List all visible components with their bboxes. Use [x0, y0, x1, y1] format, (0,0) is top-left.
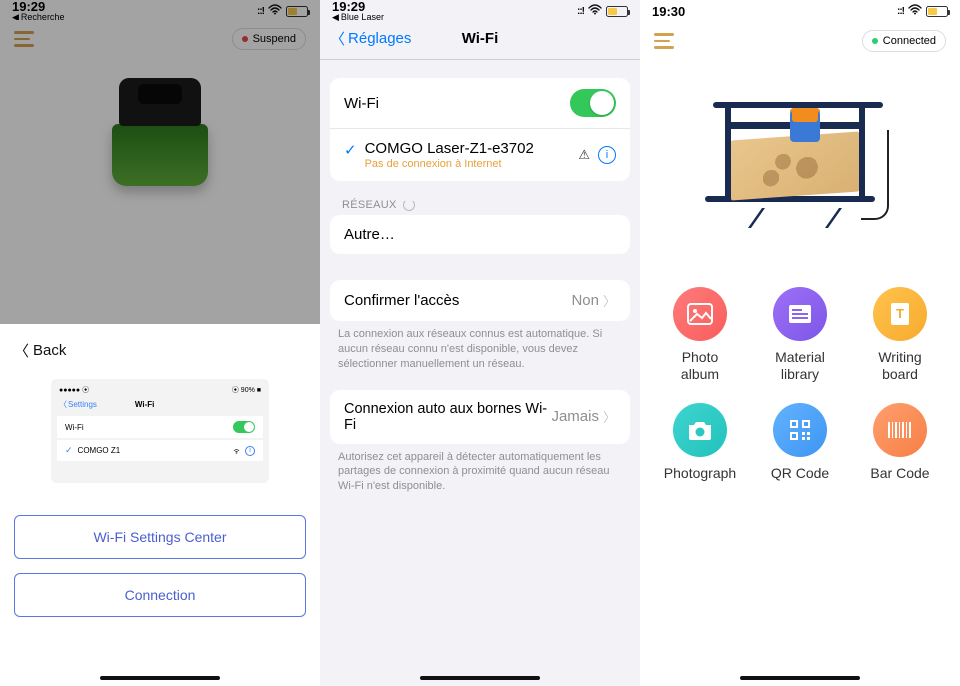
- wifi-settings-preview: ●●●●● ⦿⦿ 90% ■ 〈 Settings Wi-Fi Wi-Fi ✓ …: [51, 379, 269, 483]
- status-icons: ::!: [897, 4, 948, 18]
- qr-code-icon: [773, 403, 827, 457]
- chevron-right-icon: 〉: [603, 407, 616, 426]
- home-indicator[interactable]: [740, 676, 860, 680]
- networks-group: Autre…: [330, 215, 630, 254]
- checkmark-icon: ✓: [65, 445, 73, 456]
- preview-wifi-label: Wi-Fi: [65, 423, 84, 432]
- network-name: COMGO Laser-Z1-e3702: [365, 140, 534, 157]
- chevron-left-icon: 〈: [14, 340, 29, 361]
- status-pill[interactable]: Connected: [862, 30, 946, 52]
- screen-ios-wifi-settings: 19:29 ◀ Blue Laser ::! 〈 Réglages Wi-Fi …: [320, 0, 640, 686]
- info-icon[interactable]: i: [598, 146, 616, 164]
- svg-text:T: T: [896, 306, 904, 321]
- sheet-back-button[interactable]: 〈 Back: [14, 340, 306, 361]
- bottom-sheet: 〈 Back ●●●●● ⦿⦿ 90% ■ 〈 Settings Wi-Fi W…: [0, 324, 320, 686]
- cellular-icon: ::!: [577, 6, 584, 17]
- wifi-icon: [588, 4, 602, 18]
- status-dot-icon: [872, 38, 878, 44]
- status-bar: 19:30 ::!: [640, 0, 960, 20]
- preview-network-name: COMGO Z1: [78, 446, 121, 455]
- device-preview: [640, 62, 960, 247]
- wifi-settings-center-button[interactable]: Wi-Fi Settings Center: [14, 515, 306, 559]
- home-indicator[interactable]: [420, 676, 540, 680]
- auto-join-footer: Autorisez cet appareil à détecter automa…: [320, 444, 640, 495]
- wifi-toggle-group: Wi-Fi ✓ COMGO Laser-Z1-e3702 Pas de conn…: [330, 78, 630, 181]
- app-header: Connected: [640, 20, 960, 62]
- status-bar: 19:29 ◀ Blue Laser ::!: [320, 0, 640, 20]
- cellular-icon: ::!: [897, 6, 904, 17]
- menu-item-writing-board[interactable]: T Writingboard: [850, 287, 950, 383]
- status-time: 19:30: [652, 5, 685, 18]
- bar-code-icon: [873, 403, 927, 457]
- photograph-icon: [673, 403, 727, 457]
- battery-icon: [926, 6, 948, 17]
- battery-icon: [606, 6, 628, 17]
- wifi-toggle[interactable]: [570, 89, 616, 117]
- auto-join-row[interactable]: Connexion auto aux bornes Wi-Fi Jamais〉: [330, 390, 630, 444]
- menu-icon[interactable]: [654, 33, 674, 49]
- preview-title: Wi-Fi: [135, 400, 154, 409]
- preview-back-link: 〈 Settings: [59, 399, 97, 410]
- screen-app-home: 19:30 ::! Connected: [640, 0, 960, 686]
- status-icons: ::!: [577, 4, 628, 18]
- modal-backdrop[interactable]: [0, 0, 320, 324]
- connected-network-row[interactable]: ✓ COMGO Laser-Z1-e3702 Pas de connexion …: [330, 129, 630, 181]
- home-indicator[interactable]: [100, 676, 220, 680]
- connection-button[interactable]: Connection: [14, 573, 306, 617]
- photo-album-icon: [673, 287, 727, 341]
- main-menu-grid: Photoalbum Materiallibrary T Writingboar…: [640, 247, 960, 481]
- nav-back-button[interactable]: 〈 Réglages: [330, 28, 411, 49]
- preview-wifi-toggle-icon: [233, 421, 255, 433]
- spinner-icon: [403, 199, 415, 211]
- menu-item-photo-album[interactable]: Photoalbum: [650, 287, 750, 383]
- menu-item-bar-code[interactable]: Bar Code: [850, 403, 950, 482]
- confirm-access-footer: La connexion aux réseaux connus est auto…: [320, 321, 640, 372]
- confirm-access-group: Confirmer l'accès Non〉: [330, 280, 630, 321]
- other-network-row[interactable]: Autre…: [330, 215, 630, 254]
- menu-item-qr-code[interactable]: QR Code: [750, 403, 850, 482]
- auto-join-group: Connexion auto aux bornes Wi-Fi Jamais〉: [330, 390, 630, 444]
- writing-board-icon: T: [873, 287, 927, 341]
- material-library-icon: [773, 287, 827, 341]
- network-warning: Pas de connexion à Internet: [365, 158, 534, 170]
- chevron-left-icon: 〈: [330, 28, 345, 49]
- networks-section-header: RÉSEAUX: [342, 199, 640, 211]
- confirm-access-row[interactable]: Confirmer l'accès Non〉: [330, 280, 630, 321]
- screen-app-sheet: 19:29 ◀ Recherche ::! Suspend 〈 Back: [0, 0, 320, 686]
- menu-item-photograph[interactable]: Photograph: [650, 403, 750, 482]
- nav-title: Wi-Fi: [462, 30, 499, 47]
- engraver-image: [705, 80, 895, 230]
- insecure-icon: ⚠︎: [578, 147, 590, 163]
- preview-network-icons: i: [232, 446, 255, 456]
- nav-bar: 〈 Réglages Wi-Fi: [320, 20, 640, 60]
- wifi-icon: [908, 4, 922, 18]
- wifi-toggle-row[interactable]: Wi-Fi: [330, 78, 630, 129]
- menu-item-material-library[interactable]: Materiallibrary: [750, 287, 850, 383]
- checkmark-icon: ✓: [344, 141, 357, 159]
- chevron-right-icon: 〉: [603, 291, 616, 310]
